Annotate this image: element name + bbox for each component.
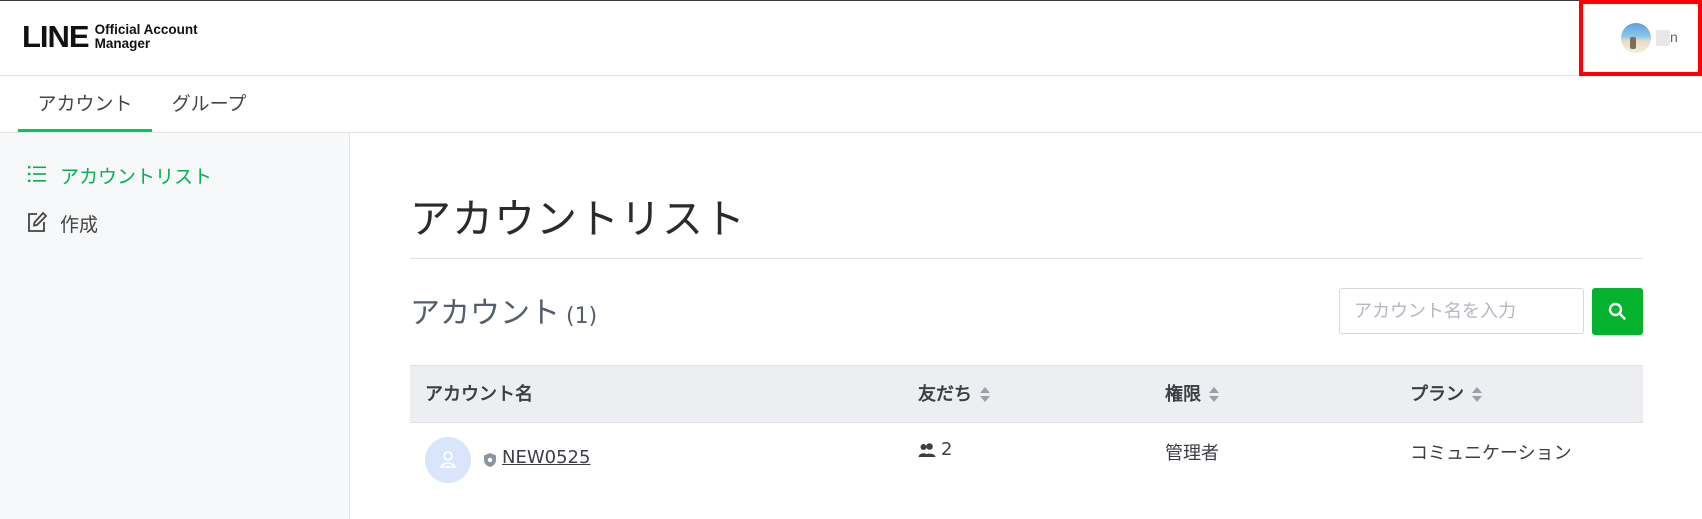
sidebar-item-create[interactable]: 作成 bbox=[26, 209, 98, 237]
sort-icon[interactable] bbox=[1209, 387, 1219, 403]
top-tabs: アカウント グループ bbox=[0, 76, 1702, 133]
shield-icon bbox=[484, 453, 496, 467]
main-content: アカウントリスト アカウント(1) アカウント名 友だち 権限 プラン bbox=[350, 133, 1702, 519]
friends-value: 2 bbox=[941, 439, 953, 460]
plan-value: コミュニケーション bbox=[1410, 443, 1572, 464]
column-label: 権限 bbox=[1165, 384, 1201, 405]
section-title-text: アカウント bbox=[410, 296, 560, 331]
sort-icon[interactable] bbox=[1472, 387, 1482, 403]
column-friends[interactable]: 友だち bbox=[918, 366, 990, 424]
account-name-link[interactable]: NEW0525 bbox=[502, 447, 590, 468]
search-icon bbox=[1608, 302, 1626, 320]
edit-icon bbox=[26, 211, 50, 235]
tab-group[interactable]: グループ bbox=[152, 76, 266, 132]
logo-line-2: Manager bbox=[94, 36, 151, 51]
table-header: アカウント名 友だち 権限 プラン bbox=[410, 365, 1643, 423]
sidebar-item-label: アカウントリスト bbox=[60, 165, 213, 188]
column-label: プラン bbox=[1410, 384, 1464, 405]
sidebar-item-label: 作成 bbox=[60, 213, 99, 236]
friends-icon bbox=[918, 442, 936, 457]
search-input[interactable] bbox=[1339, 288, 1584, 334]
user-name-suffix: n bbox=[1670, 29, 1678, 45]
user-avatar[interactable] bbox=[1621, 23, 1651, 53]
user-name-redacted bbox=[1656, 30, 1670, 47]
logo-subtitle: Official Account Manager bbox=[95, 23, 198, 51]
user-name[interactable]: n bbox=[1656, 25, 1681, 49]
table-row[interactable]: NEW0525 2 管理者 コミュニケーション bbox=[410, 423, 1643, 503]
permission-value: 管理者 bbox=[1165, 443, 1219, 464]
sidebar-item-account-list[interactable]: アカウントリスト bbox=[26, 161, 212, 189]
column-label: 友だち bbox=[918, 384, 972, 405]
list-icon bbox=[26, 163, 50, 187]
person-icon bbox=[440, 451, 456, 468]
header: LINE Official Account Manager bbox=[0, 0, 1702, 76]
account-count: (1) bbox=[566, 304, 598, 329]
logo-mark: LINE bbox=[22, 19, 90, 54]
sort-icon[interactable] bbox=[980, 387, 990, 403]
page-title: アカウントリスト bbox=[410, 195, 746, 243]
account-avatar[interactable] bbox=[425, 437, 471, 483]
column-permission[interactable]: 権限 bbox=[1165, 366, 1219, 424]
divider bbox=[410, 258, 1643, 259]
line-official-account-manager-logo[interactable]: LINE Official Account Manager bbox=[22, 21, 198, 53]
column-plan[interactable]: プラン bbox=[1410, 366, 1482, 424]
friends-count: 2 bbox=[918, 439, 952, 460]
tab-account[interactable]: アカウント bbox=[18, 76, 152, 132]
column-account-name: アカウント名 bbox=[425, 366, 533, 424]
search-button[interactable] bbox=[1592, 288, 1643, 335]
logo-line-1: Official Account bbox=[94, 22, 198, 37]
sidebar: アカウントリスト 作成 bbox=[0, 133, 350, 519]
section-title: アカウント (1) bbox=[410, 288, 597, 332]
column-label: アカウント名 bbox=[425, 384, 533, 405]
